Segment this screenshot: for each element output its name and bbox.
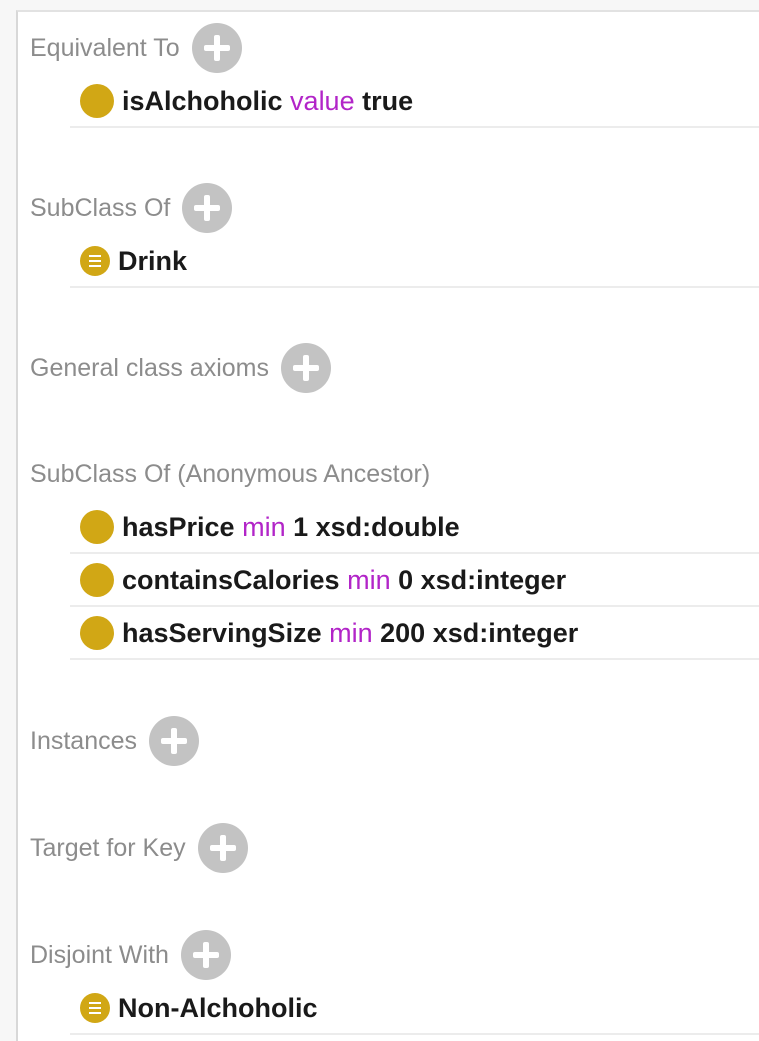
property-name: hasPrice	[122, 511, 235, 542]
restriction-dot-icon	[80, 84, 114, 118]
section-equivalent-to: Equivalent To	[30, 22, 242, 74]
section-title: SubClass Of	[30, 193, 171, 222]
section-anonymous-ancestor: SubClass Of (Anonymous Ancestor)	[30, 448, 430, 500]
entry-expression: containsCalories min 0 xsd:integer	[122, 565, 566, 596]
entry-expression: hasPrice min 1 xsd:double	[122, 512, 460, 543]
property-name: hasServingSize	[122, 617, 322, 648]
property-name: isAlchoholic	[122, 85, 283, 116]
section-disjoint-with: Disjoint With	[30, 929, 231, 981]
add-target-for-key-button[interactable]	[197, 823, 248, 873]
section-instances: Instances	[30, 715, 200, 767]
filler: 200 xsd:integer	[380, 617, 579, 648]
class-name: Drink	[118, 245, 188, 276]
list-item[interactable]: isAlchoholic value true	[70, 76, 759, 128]
add-disjoint-with-button[interactable]	[180, 930, 231, 980]
restriction-dot-icon	[80, 616, 114, 650]
section-title: Equivalent To	[30, 33, 180, 62]
add-equivalent-to-button[interactable]	[191, 23, 242, 73]
section-title: Disjoint With	[30, 940, 169, 969]
filler: 0 xsd:integer	[398, 564, 567, 595]
restriction-dot-icon	[80, 563, 114, 597]
list-item[interactable]: hasPrice min 1 xsd:double	[70, 502, 759, 554]
keyword: min	[329, 617, 373, 648]
section-target-for-key: Target for Key	[30, 822, 248, 874]
section-title: General class axioms	[30, 353, 269, 382]
class-icon	[80, 246, 110, 276]
section-title: SubClass Of (Anonymous Ancestor)	[30, 459, 431, 488]
class-name: Non-Alchoholic	[118, 992, 318, 1023]
keyword: min	[242, 511, 286, 542]
entry-expression: isAlchoholic value true	[122, 86, 413, 117]
list-item[interactable]: Non-Alchoholic	[70, 983, 759, 1035]
restriction-dot-icon	[80, 510, 114, 544]
section-subclass-of: SubClass Of	[30, 182, 233, 234]
filler: 1 xsd:double	[293, 511, 460, 542]
class-description-panel: Equivalent To isAlchoholic value true Su…	[16, 10, 759, 1041]
add-subclass-of-button[interactable]	[182, 183, 233, 233]
section-title: Target for Key	[30, 833, 186, 862]
property-name: containsCalories	[122, 564, 340, 595]
section-title: Instances	[30, 726, 138, 755]
list-item[interactable]: hasServingSize min 200 xsd:integer	[70, 608, 759, 660]
section-general-class-axioms: General class axioms	[30, 342, 331, 394]
keyword: min	[347, 564, 391, 595]
class-icon	[80, 993, 110, 1023]
add-instance-button[interactable]	[149, 716, 200, 766]
entry-expression: hasServingSize min 200 xsd:integer	[122, 618, 578, 649]
list-item[interactable]: Drink	[70, 236, 759, 288]
keyword: value	[290, 85, 355, 116]
filler: true	[362, 85, 414, 116]
list-item[interactable]: containsCalories min 0 xsd:integer	[70, 555, 759, 607]
add-general-class-axiom-button[interactable]	[280, 343, 331, 393]
